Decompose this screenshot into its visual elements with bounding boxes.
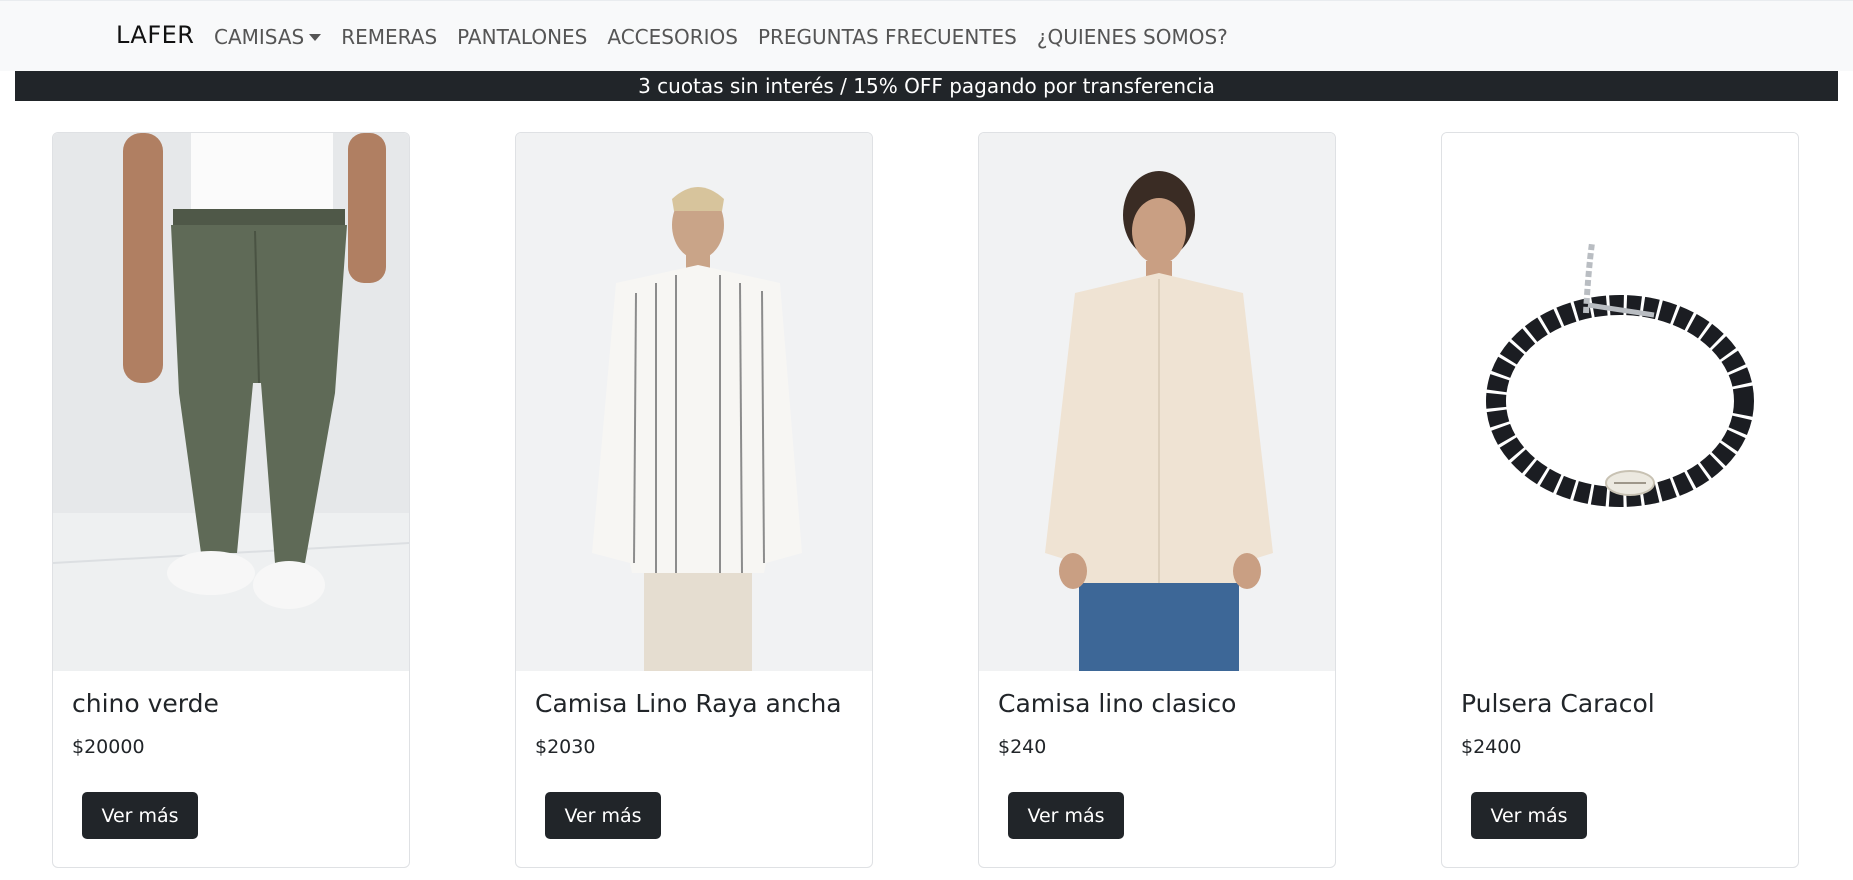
promo-banner: 3 cuotas sin interés / 15% OFF pagando p… — [15, 71, 1838, 101]
product-image-green-chino[interactable] — [53, 133, 409, 671]
brand-logo[interactable]: LAFER — [116, 21, 194, 49]
product-title[interactable]: Camisa Lino Raya ancha — [535, 689, 842, 718]
nav-accesorios[interactable]: ACCESORIOS — [607, 25, 738, 49]
ver-mas-button[interactable]: Ver más — [1471, 792, 1587, 839]
nav-links: CAMISAS REMERAS PANTALONES ACCESORIOS PR… — [214, 25, 1248, 49]
beige-linen-shirt-illustration — [979, 133, 1335, 671]
nav-camisas-dropdown[interactable]: CAMISAS — [214, 25, 322, 49]
product-price: $2030 — [535, 736, 596, 758]
nav-remeras[interactable]: REMERAS — [341, 25, 437, 49]
product-price: $240 — [998, 736, 1047, 758]
top-navbar: LAFER CAMISAS REMERAS PANTALONES ACCESOR… — [0, 0, 1853, 71]
shell-bracelet-illustration — [1442, 133, 1798, 671]
product-image-beige-linen-shirt[interactable] — [979, 133, 1335, 671]
product-title[interactable]: Camisa lino clasico — [998, 689, 1236, 718]
ver-mas-button[interactable]: Ver más — [82, 792, 198, 839]
nav-quienes-somos[interactable]: ¿QUIENES SOMOS? — [1037, 25, 1228, 49]
product-price: $20000 — [72, 736, 145, 758]
nav-preguntas-frecuentes[interactable]: PREGUNTAS FRECUENTES — [758, 25, 1017, 49]
product-card: chino verde $20000 Ver más — [52, 132, 410, 868]
nav-camisas-label: CAMISAS — [214, 25, 305, 49]
nav-pantalones[interactable]: PANTALONES — [457, 25, 587, 49]
striped-linen-shirt-illustration — [516, 133, 872, 671]
product-price: $2400 — [1461, 736, 1522, 758]
product-card: Pulsera Caracol $2400 Ver más — [1441, 132, 1799, 868]
product-card: Camisa lino clasico $240 Ver más — [978, 132, 1336, 868]
product-title[interactable]: chino verde — [72, 689, 219, 718]
ver-mas-button[interactable]: Ver más — [545, 792, 661, 839]
product-image-shell-bracelet[interactable] — [1442, 133, 1798, 671]
product-title[interactable]: Pulsera Caracol — [1461, 689, 1655, 718]
caret-down-icon — [309, 34, 322, 41]
ver-mas-button[interactable]: Ver más — [1008, 792, 1124, 839]
product-image-striped-linen-shirt[interactable] — [516, 133, 872, 671]
product-card: Camisa Lino Raya ancha $2030 Ver más — [515, 132, 873, 868]
green-chino-pants-illustration — [53, 133, 409, 671]
